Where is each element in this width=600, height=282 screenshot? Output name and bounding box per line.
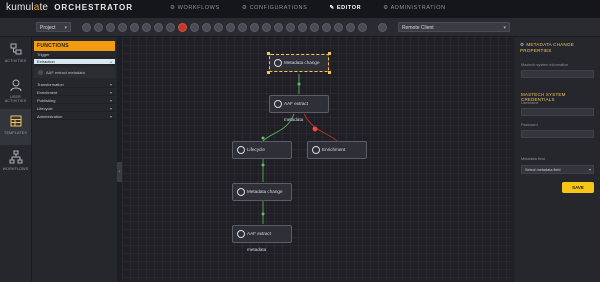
open-icon[interactable]: [94, 23, 103, 32]
zoom-out-icon[interactable]: [274, 23, 283, 32]
settings-icon[interactable]: [358, 23, 367, 32]
password-input[interactable]: [521, 130, 594, 138]
username-label: Username: [521, 101, 539, 105]
chevron-down-icon: ▾: [109, 114, 112, 119]
nav-editor[interactable]: ✎ EDITOR: [330, 5, 372, 11]
stop-icon[interactable]: [178, 23, 187, 32]
chevron-up-icon: ▴: [109, 59, 112, 64]
validate-icon[interactable]: [298, 23, 307, 32]
nav-workflows[interactable]: ⚙ WORKFLOWS: [170, 5, 230, 11]
chevron-down-icon: ▾: [503, 25, 506, 31]
redo-icon[interactable]: [166, 23, 175, 32]
category-lifecycle[interactable]: Lifecycle ▾: [34, 106, 115, 112]
gear-icon: ⚙: [520, 42, 525, 47]
project-select[interactable]: Project ▾: [36, 22, 71, 32]
mastech-info-label: Mastech system information: [521, 63, 569, 67]
cut-icon[interactable]: [142, 23, 151, 32]
properties-panel: ⚙ METADATA CHANGE PROPERTIES Mastech syst…: [514, 37, 600, 282]
sidebar-item-workflows[interactable]: WORKFLOWS: [0, 145, 31, 181]
delete-icon[interactable]: [190, 23, 199, 32]
templates-icon: [10, 115, 21, 127]
node-metadata-change-2[interactable]: Metadata change: [232, 183, 292, 201]
node-metadata-change[interactable]: Metadata change: [269, 54, 329, 72]
play-icon: [312, 146, 320, 154]
save-icon[interactable]: [106, 23, 115, 32]
functions-panel: FUNCTIONS Trigger Extraction ▴ AAF extrac…: [32, 37, 117, 282]
nav-administration[interactable]: ⚙ ADMINISTRATION: [383, 5, 455, 11]
wire-connector: [297, 82, 301, 86]
chevron-down-icon: ▾: [588, 167, 591, 172]
resize-handle[interactable]: [267, 71, 270, 74]
category-extraction[interactable]: Extraction ▴: [34, 59, 115, 65]
category-administration[interactable]: Administration ▾: [34, 114, 115, 120]
sidebar-item-activities[interactable]: ACTIVITIES: [0, 37, 31, 73]
play-icon: [237, 230, 245, 238]
properties-header: ⚙ METADATA CHANGE PROPERTIES: [520, 42, 574, 53]
chevron-down-icon: ▾: [109, 82, 112, 87]
paste-icon[interactable]: [130, 23, 139, 32]
chevron-down-icon: ▾: [64, 25, 67, 31]
new-icon[interactable]: [82, 23, 91, 32]
align-icon[interactable]: [226, 23, 235, 32]
metadata-field-select[interactable]: Select metadata field ▾: [521, 165, 594, 174]
chevron-down-icon: ▾: [109, 106, 112, 111]
share-icon[interactable]: [346, 23, 355, 32]
nav-configurations[interactable]: ⚙ CONFIGURATIONS: [242, 5, 317, 11]
client-select[interactable]: Remote Client ▾: [398, 22, 510, 32]
info-icon[interactable]: [378, 23, 387, 32]
functions-header: FUNCTIONS: [34, 41, 115, 51]
play-icon: [274, 59, 282, 67]
main-nav: ⚙ WORKFLOWS ⚙ CONFIGURATIONS ✎ EDITOR ⚙ …: [170, 5, 466, 11]
chevron-down-icon: ▾: [109, 90, 112, 95]
chevron-down-icon: ▾: [109, 98, 112, 103]
sidebar-item-user-activities[interactable]: USER ACTIVITIES: [0, 73, 31, 109]
node-enrichment[interactable]: Enrichment: [307, 141, 367, 159]
app-name: ORCHESTRATOR: [54, 3, 134, 12]
play-icon: [274, 100, 282, 108]
zoom-in-icon[interactable]: [262, 23, 271, 32]
metadata-field-label: Metadata field: [521, 157, 545, 161]
node-aaf-extract-metadata-2[interactable]: AAF extract metadata: [232, 225, 292, 252]
debug-icon[interactable]: [322, 23, 331, 32]
workflow-canvas[interactable]: Metadata change AAF extract metadata Lif…: [122, 37, 513, 282]
wire-connector: [261, 163, 265, 167]
layout-icon[interactable]: [238, 23, 247, 32]
category-enrichment[interactable]: Enrichment ▾: [34, 90, 115, 96]
top-bar: kumulate ORCHESTRATOR ⚙ WORKFLOWS ⚙ CONFI…: [0, 0, 600, 19]
copy-icon[interactable]: [118, 23, 127, 32]
left-sidebar: ACTIVITIES USER ACTIVITIES TEMPLATES WOR…: [0, 37, 32, 282]
history-icon[interactable]: [334, 23, 343, 32]
node-lifecycle[interactable]: Lifecycle: [232, 141, 292, 159]
category-publishing[interactable]: Publishing ▾: [34, 98, 115, 104]
function-icon: [38, 70, 43, 75]
play-icon: [237, 188, 245, 196]
workflows-icon: [9, 150, 22, 164]
play-icon: [237, 146, 245, 154]
grid-icon[interactable]: [250, 23, 259, 32]
wire-connector: [261, 136, 265, 140]
mastech-info-input[interactable]: [521, 70, 594, 78]
brand-logo[interactable]: kumulate ORCHESTRATOR: [6, 2, 133, 13]
play-icon[interactable]: [310, 23, 319, 32]
username-input[interactable]: [521, 108, 594, 116]
fit-icon[interactable]: [286, 23, 295, 32]
category-transformation[interactable]: Transformation ▾: [34, 82, 115, 88]
import-icon[interactable]: [214, 23, 223, 32]
resize-handle[interactable]: [328, 52, 331, 55]
connection-wires: [261, 74, 338, 224]
resize-handle[interactable]: [328, 71, 331, 74]
node-aaf-extract-metadata[interactable]: AAF extract metadata: [269, 95, 329, 122]
toolbar: Project ▾ Remote Client ▾: [0, 19, 600, 37]
export-icon[interactable]: [202, 23, 211, 32]
user-icon: [10, 79, 21, 92]
resize-handle[interactable]: [267, 52, 270, 55]
wire-connector: [261, 212, 265, 216]
activities-icon: [10, 43, 21, 55]
undo-icon[interactable]: [154, 23, 163, 32]
function-aaf-extract-metadata[interactable]: AAF extract metadata: [34, 67, 115, 78]
category-trigger[interactable]: Trigger: [34, 52, 115, 58]
save-button[interactable]: SAVE: [562, 182, 594, 193]
sidebar-item-templates[interactable]: TEMPLATES: [0, 109, 31, 145]
password-label: Password: [521, 123, 538, 127]
